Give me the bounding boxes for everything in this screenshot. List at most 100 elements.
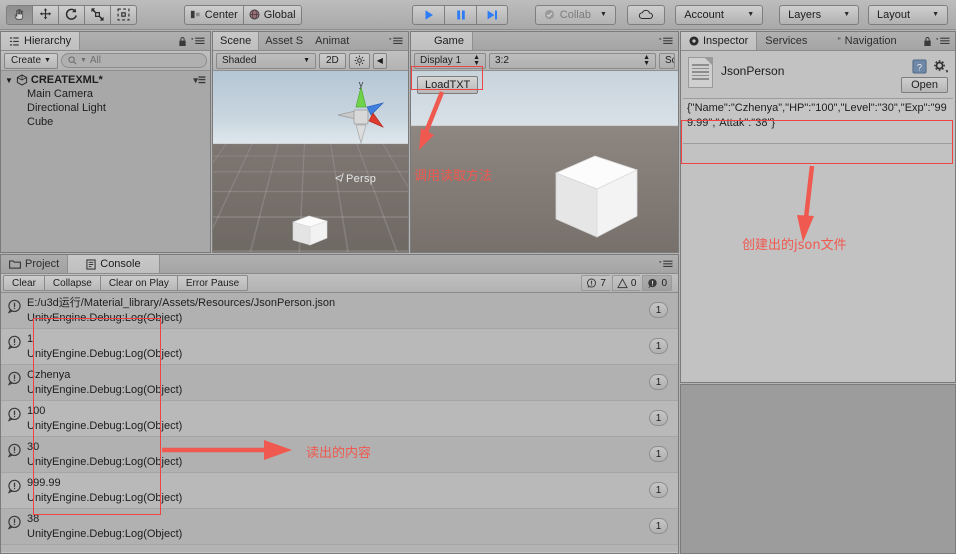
log-entry-text: Czhenya UnityEngine.Debug:Log(Object)	[27, 367, 182, 398]
persp-text: Persp	[345, 173, 377, 185]
table-row[interactable]: E:/u3d运行/Material_library/Assets/Resourc…	[1, 293, 678, 329]
table-row[interactable]: 999.99 UnityEngine.Debug:Log(Object) 1	[1, 473, 678, 509]
table-row[interactable]: 1 UnityEngine.Debug:Log(Object) 1	[1, 329, 678, 365]
display-dropdown[interactable]: Display 1 ▲ ▼	[414, 52, 486, 69]
hierarchy-scene-root[interactable]: ▼ CREATEXML* ▾☰	[1, 73, 210, 87]
error-pause-button[interactable]: Error Pause	[176, 275, 249, 291]
gear-icon[interactable]: ▾	[933, 59, 948, 74]
lock-icon[interactable]	[178, 36, 187, 47]
log-stack: UnityEngine.Debug:Log(Object)	[27, 420, 183, 432]
space-mode-label: Global	[263, 8, 296, 21]
main-toolbar: Center Global Collab ▼ Account ▼ Layers …	[0, 0, 956, 30]
tab-navigation-label: Navigation	[844, 35, 897, 47]
tab-inspector[interactable]: Inspector	[681, 32, 758, 50]
layout-dropdown[interactable]: Layout ▼	[868, 4, 948, 25]
game-tab-icons	[659, 32, 678, 50]
cloud-icon	[638, 9, 653, 19]
scale-slider[interactable]: Sc	[659, 52, 675, 69]
tab-scene[interactable]: Scene	[213, 32, 260, 50]
rect-transform-tool-button[interactable]	[110, 4, 137, 25]
toggle-2d-button[interactable]: 2D	[319, 52, 346, 69]
disclosure-triangle-icon[interactable]: ▼	[5, 76, 13, 85]
pivot-mode-label: Center	[204, 8, 238, 21]
help-icon[interactable]: ?	[912, 59, 927, 74]
hierarchy-item-main-camera[interactable]: Main Camera	[1, 87, 210, 101]
tab-asset-store[interactable]: Asset S	[259, 32, 309, 50]
hierarchy-item-cube[interactable]: Cube	[1, 115, 210, 129]
loadtxt-button[interactable]: LoadTXT	[417, 76, 479, 94]
tab-navigation[interactable]: " Navigation	[829, 32, 904, 50]
collapse-button[interactable]: Collapse	[43, 275, 100, 291]
scene-subbar: Shaded ▼ 2D ◀	[213, 51, 408, 71]
scene-menu-icon[interactable]: ▾☰	[193, 75, 206, 86]
pause-button[interactable]	[444, 4, 477, 25]
scene-projection-label[interactable]: ≮ Persp	[335, 171, 376, 185]
space-mode-button[interactable]: Global	[242, 4, 302, 25]
tab-asset-store-label: Asset S	[265, 35, 304, 47]
tab-console[interactable]: Console	[68, 255, 160, 273]
chevron-down-icon: ▼	[747, 11, 755, 18]
scene-view-gizmo[interactable]: y	[325, 79, 397, 153]
panel-menu-icon[interactable]	[659, 259, 673, 269]
create-button[interactable]: Create ▼	[4, 52, 58, 69]
info-icon	[7, 335, 21, 350]
log-message: 30	[27, 441, 40, 453]
warning-count[interactable]: 0	[611, 275, 641, 291]
log-message: 999.99	[27, 477, 61, 489]
rotate-tool-button[interactable]	[58, 4, 84, 25]
move-tool-button[interactable]	[32, 4, 58, 25]
table-row[interactable]: Czhenya UnityEngine.Debug:Log(Object) 1	[1, 365, 678, 401]
hierarchy-subbar: Create ▼ ▼ All	[1, 51, 210, 71]
collab-button[interactable]: Collab ▼	[534, 4, 616, 25]
log-message: Czhenya	[27, 369, 71, 381]
pivot-mode-button[interactable]: Center	[183, 4, 243, 25]
cloud-button[interactable]	[626, 4, 665, 25]
scene-tab-icons	[389, 32, 408, 50]
tab-project[interactable]: Project	[1, 255, 69, 273]
scene-audio-toggle[interactable]: ◀	[372, 52, 387, 69]
pivot-center-icon	[190, 10, 200, 19]
lock-icon[interactable]	[923, 36, 932, 47]
scene-viewport[interactable]: y ≮ Persp	[213, 71, 408, 252]
tab-hierarchy[interactable]: Hierarchy	[1, 32, 81, 50]
info-icon	[587, 278, 597, 288]
aspect-dropdown[interactable]: 3:2 ▲ ▼	[489, 52, 656, 69]
console-log-list[interactable]: E:/u3d运行/Material_library/Assets/Resourc…	[1, 293, 678, 552]
table-row[interactable]: 100 UnityEngine.Debug:Log(Object) 1	[1, 401, 678, 437]
folder-icon	[9, 260, 21, 269]
panel-menu-icon[interactable]	[936, 36, 950, 46]
tab-scene-label: Scene	[220, 35, 252, 47]
scene-lighting-toggle[interactable]	[348, 52, 370, 69]
play-button[interactable]	[412, 4, 445, 25]
scale-icon	[91, 8, 104, 21]
clear-on-play-button[interactable]: Clear on Play	[99, 275, 177, 291]
table-row[interactable]: 38 UnityEngine.Debug:Log(Object) 1	[1, 509, 678, 545]
game-icon	[419, 36, 425, 46]
panel-menu-icon[interactable]	[191, 36, 205, 46]
info-count[interactable]: 7	[581, 275, 610, 291]
clear-button[interactable]: Clear	[3, 275, 44, 291]
tab-animator[interactable]: Animat	[309, 32, 355, 50]
panel-menu-icon[interactable]	[389, 36, 403, 46]
console-icon	[86, 258, 96, 270]
toggle-2d-label: 2D	[326, 55, 339, 66]
tab-game[interactable]: Game	[411, 32, 473, 50]
scene-cube-object[interactable]	[289, 211, 328, 247]
error-count[interactable]: 0	[642, 275, 672, 291]
step-button[interactable]	[476, 4, 509, 25]
account-dropdown[interactable]: Account ▼	[675, 4, 764, 25]
scene-panel: Scene Asset S Animat Shaded ▼ 2D ◀ y ≮ P…	[212, 31, 409, 253]
hand-tool-button[interactable]	[6, 4, 32, 25]
layers-dropdown[interactable]: Layers ▼	[779, 4, 860, 25]
log-stack: UnityEngine.Debug:Log(Object)	[27, 492, 183, 504]
panel-menu-icon[interactable]	[659, 36, 673, 46]
game-viewport[interactable]: LoadTXT	[411, 71, 678, 252]
shading-mode-dropdown[interactable]: Shaded ▼	[216, 52, 316, 69]
open-button[interactable]: Open	[901, 77, 948, 93]
hierarchy-item-directional-light[interactable]: Directional Light	[1, 101, 210, 115]
game-cube-object	[551, 149, 641, 244]
hierarchy-search-input[interactable]: ▼ All	[60, 53, 207, 68]
scale-tool-button[interactable]	[84, 4, 110, 25]
log-stack: UnityEngine.Debug:Log(Object)	[27, 456, 183, 468]
tab-services[interactable]: Services	[757, 32, 815, 50]
